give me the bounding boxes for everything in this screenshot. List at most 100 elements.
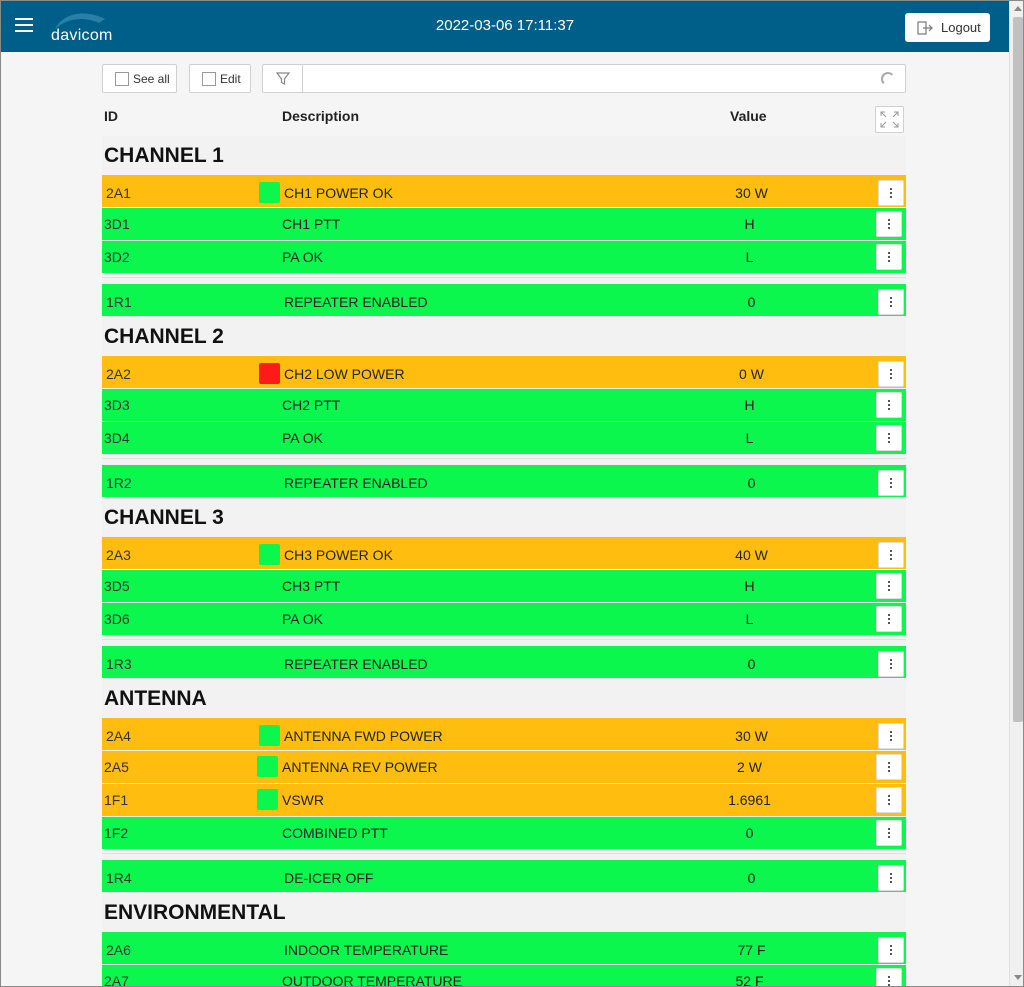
table-row[interactable]: 2A5 ANTENNA REV POWER 2 W <box>102 751 906 783</box>
row-id: 2A5 <box>104 759 129 775</box>
app-window: davicom 2022-03-06 17:11:37 Logout See a… <box>0 0 1024 987</box>
table-row[interactable]: 3D4 PA OK L <box>102 422 906 454</box>
table-row[interactable]: 1R4 DE-ICER OFF 0 <box>102 860 906 892</box>
filter-bar <box>262 64 906 93</box>
table-row[interactable]: 1F2 COMBINED PTT 0 <box>102 817 906 849</box>
scrollbar-thumb[interactable] <box>1013 17 1023 722</box>
divider <box>102 277 906 278</box>
filter-input[interactable] <box>304 65 874 92</box>
table-row[interactable]: 1R2 REPEATER ENABLED 0 <box>102 465 906 497</box>
expand-icon <box>880 111 899 128</box>
row-options-button[interactable] <box>876 820 902 846</box>
table-row[interactable]: 2A1 CH1 POWER OK 30 W <box>102 175 906 207</box>
logout-button[interactable]: Logout <box>905 13 990 42</box>
row-description: CH3 POWER OK <box>284 547 393 563</box>
row-description: DE-ICER OFF <box>284 870 374 886</box>
divider <box>102 458 906 459</box>
row-id: 2A6 <box>106 942 131 958</box>
row-description: ANTENNA REV POWER <box>282 759 438 775</box>
row-options-button[interactable] <box>878 865 904 891</box>
row-value: 0 <box>747 475 756 491</box>
table-row[interactable]: 3D2 PA OK L <box>102 241 906 273</box>
row-options-button[interactable] <box>876 573 902 599</box>
table-row[interactable]: 3D1 CH1 PTT H <box>102 208 906 240</box>
table-row[interactable]: 3D3 CH2 PTT H <box>102 389 906 421</box>
row-value: 0 W <box>739 366 764 382</box>
row-value: 1.6961 <box>728 792 771 808</box>
row-id: 2A1 <box>106 185 131 201</box>
row-value: 0 <box>747 656 756 672</box>
row-options-button[interactable] <box>876 392 902 418</box>
row-id: 2A2 <box>106 366 131 382</box>
status-indicator <box>257 789 278 810</box>
row-value: L <box>745 430 754 446</box>
edit-label: Edit <box>220 71 241 86</box>
row-id: 2A3 <box>106 547 131 563</box>
column-header-value: Value <box>730 108 767 124</box>
table-row[interactable]: 2A7 OUTDOOR TEMPERATURE 52 F <box>102 965 906 987</box>
row-description: CH1 PTT <box>282 216 341 232</box>
row-options-button[interactable] <box>878 289 904 315</box>
scroll-down-arrow-icon[interactable] <box>1014 975 1022 980</box>
row-options-button[interactable] <box>878 542 904 568</box>
row-description: REPEATER ENABLED <box>284 656 428 672</box>
logout-label: Logout <box>941 20 981 35</box>
row-options-button[interactable] <box>876 968 902 986</box>
vertical-scrollbar[interactable] <box>1009 1 1023 986</box>
scroll-up-arrow-icon[interactable] <box>1014 6 1022 11</box>
column-header-description: Description <box>282 108 360 124</box>
filter-funnel-icon[interactable] <box>263 65 303 92</box>
table-row[interactable]: 1R1 REPEATER ENABLED 0 <box>102 284 906 316</box>
row-options-button[interactable] <box>876 244 902 270</box>
table-row[interactable]: 1R3 REPEATER ENABLED 0 <box>102 646 906 678</box>
see-all-toggle[interactable]: See all <box>102 64 177 93</box>
row-options-button[interactable] <box>878 361 904 387</box>
row-description: PA OK <box>282 249 323 265</box>
row-options-button[interactable] <box>876 754 902 780</box>
row-id: 2A4 <box>106 728 131 744</box>
loading-spinner-icon <box>881 72 895 86</box>
row-options-button[interactable] <box>876 211 902 237</box>
table-row[interactable]: 3D6 PA OK L <box>102 603 906 635</box>
expand-fullscreen-button[interactable] <box>875 106 904 133</box>
row-description: REPEATER ENABLED <box>284 475 428 491</box>
row-options-button[interactable] <box>878 180 904 206</box>
table-row[interactable]: 2A6 INDOOR TEMPERATURE 77 F <box>102 932 906 964</box>
table-row[interactable]: 1F1 VSWR 1.6961 <box>102 784 906 816</box>
row-options-button[interactable] <box>878 651 904 677</box>
row-value: 30 W <box>735 185 768 201</box>
group-title-environmental: ENVIRONMENTAL <box>104 901 286 924</box>
row-id: 1R3 <box>106 656 132 672</box>
table-row[interactable]: 2A3 CH3 POWER OK 40 W <box>102 537 906 569</box>
edit-checkbox[interactable] <box>202 71 216 86</box>
row-value: 0 <box>745 825 754 841</box>
column-header-id: ID <box>104 108 118 124</box>
status-indicator <box>259 182 280 203</box>
edit-toggle[interactable]: Edit <box>189 64 251 93</box>
row-id: 3D2 <box>104 249 130 265</box>
row-description: CH3 PTT <box>282 578 341 594</box>
group-title-channel-1: CHANNEL 1 <box>104 144 224 167</box>
row-value: 52 F <box>735 973 764 987</box>
row-id: 1F2 <box>104 825 129 841</box>
row-description: VSWR <box>282 792 324 808</box>
row-options-button[interactable] <box>876 425 902 451</box>
row-value: H <box>744 216 755 232</box>
table-row[interactable]: 3D5 CH3 PTT H <box>102 570 906 602</box>
table-row[interactable]: 2A4 ANTENNA FWD POWER 30 W <box>102 718 906 750</box>
row-options-button[interactable] <box>876 787 902 813</box>
row-value: L <box>745 249 754 265</box>
row-value: 0 <box>747 870 756 886</box>
current-datetime: 2022-03-06 17:11:37 <box>435 17 575 34</box>
see-all-checkbox[interactable] <box>115 71 129 86</box>
row-value: 77 F <box>737 942 766 958</box>
row-id: 3D3 <box>104 397 130 413</box>
table-row[interactable]: 2A2 CH2 LOW POWER 0 W <box>102 356 906 388</box>
row-options-button[interactable] <box>878 937 904 963</box>
row-options-button[interactable] <box>878 470 904 496</box>
row-id: 2A7 <box>104 973 129 987</box>
row-id: 3D1 <box>104 216 130 232</box>
see-all-label: See all <box>133 71 170 86</box>
row-options-button[interactable] <box>876 606 902 632</box>
row-options-button[interactable] <box>878 723 904 749</box>
